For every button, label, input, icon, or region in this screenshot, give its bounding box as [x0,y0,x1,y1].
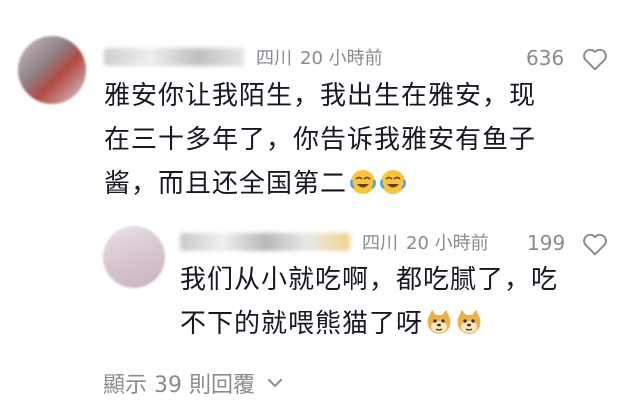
reply-line: 我们从小就吃啊，都吃腻了，吃 [180,265,559,295]
reply-meta: 四川 20 小時前 [180,227,489,257]
comment-line: 雅安你让我陌生，我出生在雅安，现 [104,81,537,111]
reply-line-text: 不下的就喂熊猫了呀 [180,309,424,339]
doge-emoji [457,310,481,334]
reply-location: 四川 [362,233,398,254]
heart-outline-icon[interactable] [582,47,608,71]
username-redacted[interactable] [180,233,350,251]
laugh-cry-emoji [350,170,376,194]
heart-outline-icon[interactable] [582,232,608,256]
comment-line: 酱，而且还全国第二 [104,162,536,206]
avatar[interactable] [103,226,165,288]
like-count: 636 [526,46,565,70]
show-replies-label: 顯示 39 則回覆 [103,373,255,398]
like-count: 199 [527,231,566,255]
avatar[interactable] [18,36,86,104]
comment-line-text: 酱，而且还全国第二 [104,169,348,199]
show-replies-button[interactable]: 顯示 39 則回覆 [103,367,283,399]
reply-body: 我们从小就吃啊，都吃腻了，吃 不下的就喂熊猫了呀 [180,258,558,346]
comment-meta: 四川 20 小時前 [104,42,383,72]
comment-location: 四川 [256,48,292,69]
reply-time: 20 小時前 [406,233,489,254]
laugh-cry-emoji [380,170,406,194]
comment-body: 雅安你让我陌生，我出生在雅安，现 在三十多年了，你告诉我雅安有鱼子 酱，而且还全… [104,74,536,206]
chevron-down-icon [267,379,282,387]
username-redacted[interactable] [104,48,244,66]
comment-line: 在三十多年了，你告诉我雅安有鱼子 [104,125,537,155]
doge-emoji [427,310,451,334]
reply-line: 不下的就喂熊猫了呀 [180,302,558,346]
comment-time: 20 小時前 [300,48,383,69]
